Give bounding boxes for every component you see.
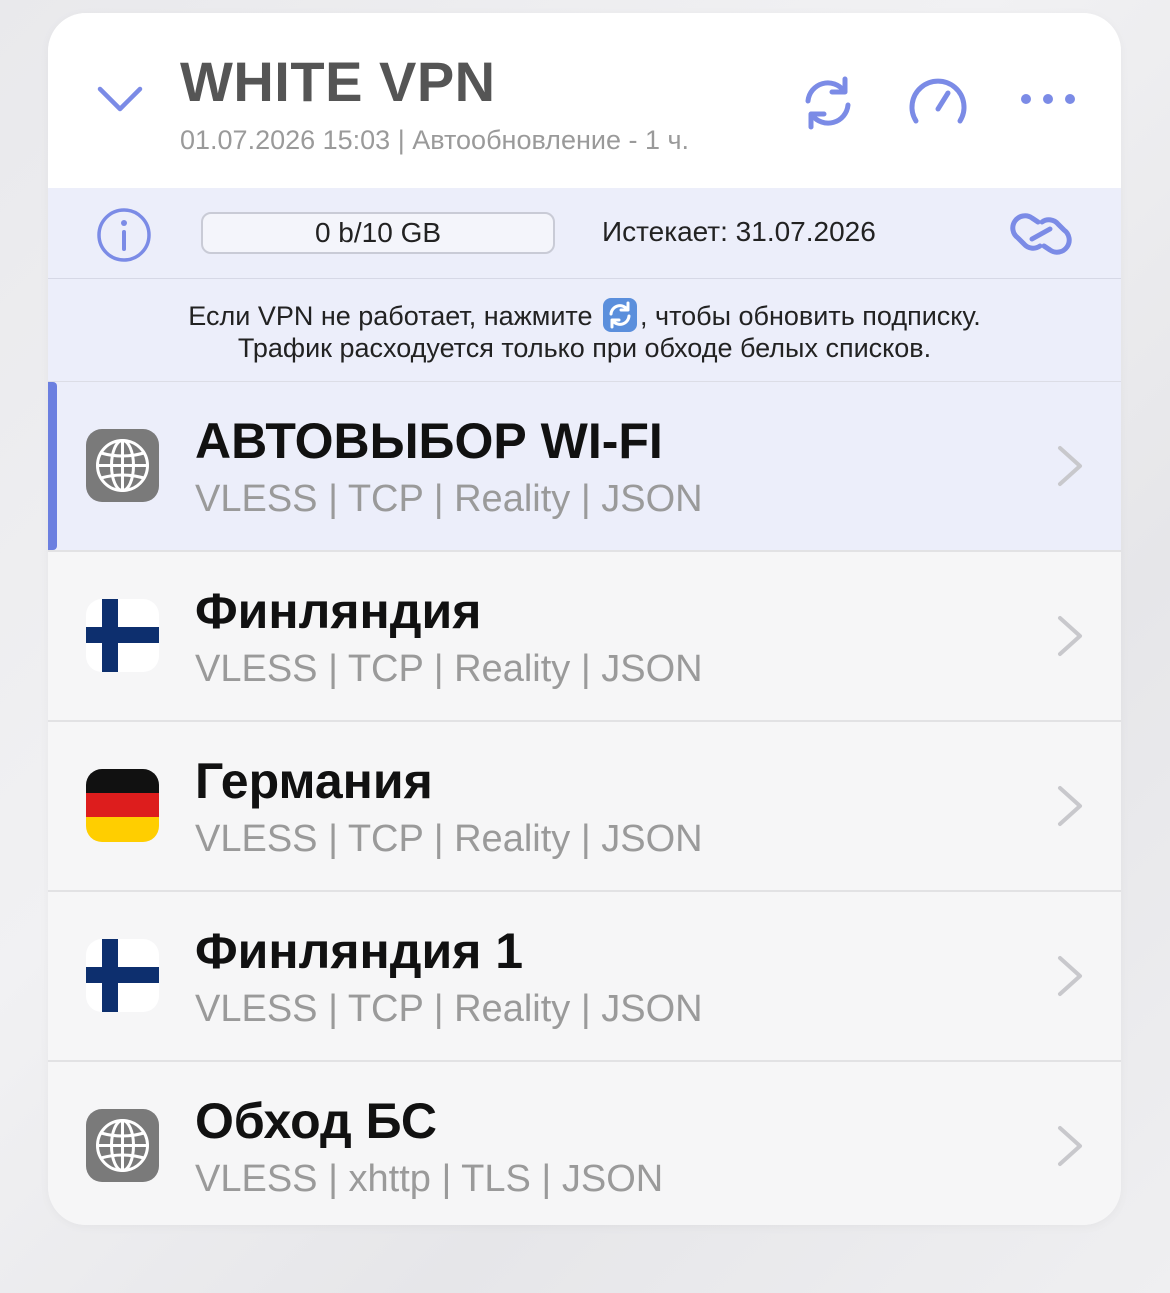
server-row-autoselect-wifi[interactable]: АВТОВЫБОР WI-FI VLESS | TCP | Reality | …	[48, 382, 1121, 552]
server-protocol: VLESS | xhttp | TLS | JSON	[195, 1158, 664, 1200]
notice-text-after: , чтобы обновить подписку.	[640, 301, 981, 331]
help-notice: Если VPN не работает, нажмите , чтобы об…	[48, 279, 1121, 382]
finland-flag-icon	[86, 599, 159, 672]
speedometer-icon[interactable]	[906, 71, 970, 135]
notice-text-before: Если VPN не работает, нажмите	[188, 301, 593, 331]
server-protocol: VLESS | TCP | Reality | JSON	[195, 988, 703, 1030]
chevron-right-icon	[1058, 956, 1082, 996]
germany-flag-icon	[86, 769, 159, 842]
update-info: 01.07.2026 15:03 | Автообновление - 1 ч.	[180, 125, 690, 155]
notice-line-1: Если VPN не работает, нажмите , чтобы об…	[48, 297, 1121, 333]
expiry-date: Истекает: 31.07.2026	[602, 216, 876, 247]
globe-icon	[86, 1109, 159, 1182]
server-row-bypass-bs[interactable]: Обход БС VLESS | xhttp | TLS | JSON	[48, 1062, 1121, 1225]
subscription-title: WHITE VPN	[180, 50, 496, 113]
server-name: Финляндия	[195, 583, 482, 639]
link-icon[interactable]	[1010, 206, 1072, 262]
notice-line-2: Трафик расходуется только при обходе бел…	[237, 333, 932, 363]
chevron-right-icon	[1058, 786, 1082, 826]
more-icon[interactable]	[1016, 71, 1080, 135]
server-name: Германия	[195, 753, 433, 809]
server-protocol: VLESS | TCP | Reality | JSON	[195, 478, 703, 520]
subscription-header[interactable]: WHITE VPN 01.07.2026 15:03 | Автообновле…	[48, 13, 1121, 188]
traffic-usage: 0 b/10 GB	[201, 212, 555, 254]
server-list: АВТОВЫБОР WI-FI VLESS | TCP | Reality | …	[48, 382, 1121, 1225]
refresh-emoji-icon	[603, 298, 637, 332]
chevron-down-icon[interactable]	[96, 79, 144, 119]
subscription-info-bar: 0 b/10 GB Истекает: 31.07.2026	[48, 188, 1121, 279]
server-name: АВТОВЫБОР WI-FI	[195, 413, 663, 469]
server-row-finland[interactable]: Финляндия VLESS | TCP | Reality | JSON	[48, 552, 1121, 722]
server-name: Финляндия 1	[195, 923, 524, 979]
server-row-germany[interactable]: Германия VLESS | TCP | Reality | JSON	[48, 722, 1121, 892]
chevron-right-icon	[1058, 616, 1082, 656]
server-protocol: VLESS | TCP | Reality | JSON	[195, 818, 703, 860]
globe-icon	[86, 429, 159, 502]
server-row-finland-1[interactable]: Финляндия 1 VLESS | TCP | Reality | JSON	[48, 892, 1121, 1062]
chevron-right-icon	[1058, 446, 1082, 486]
finland-flag-icon	[86, 939, 159, 1012]
server-name: Обход БС	[195, 1093, 437, 1149]
info-icon[interactable]	[96, 207, 152, 263]
server-protocol: VLESS | TCP | Reality | JSON	[195, 648, 703, 690]
refresh-icon[interactable]	[796, 71, 860, 135]
vpn-subscription-card: WHITE VPN 01.07.2026 15:03 | Автообновле…	[48, 13, 1121, 1225]
chevron-right-icon	[1058, 1126, 1082, 1166]
